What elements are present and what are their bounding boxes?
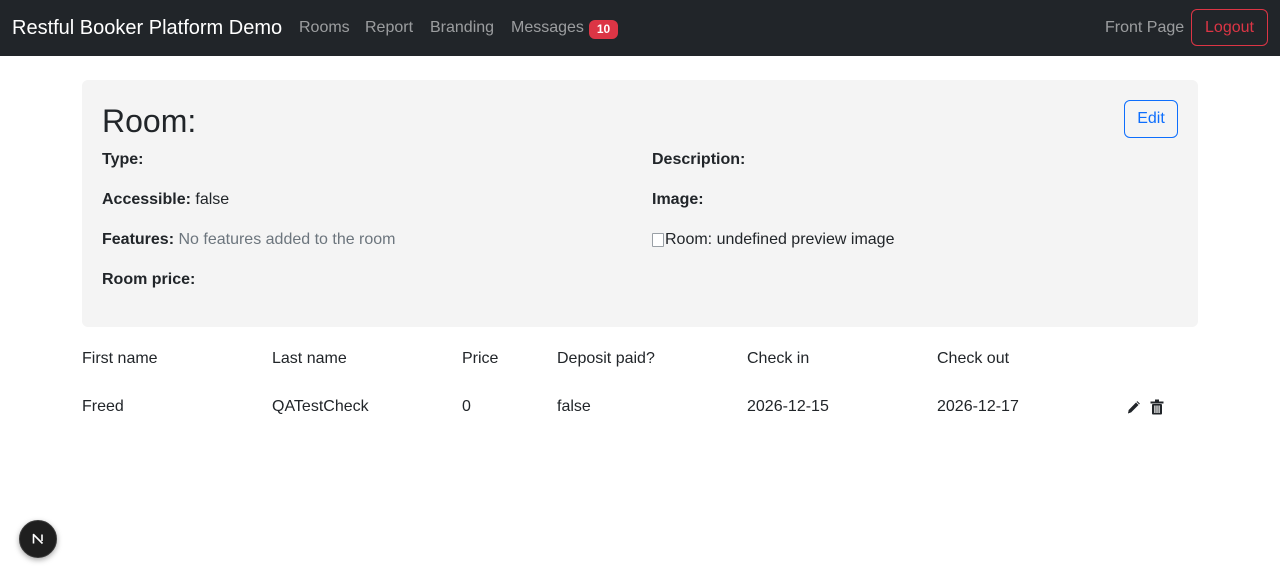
room-preview-image: Room: undefined preview image bbox=[652, 230, 894, 250]
nav-link-rooms[interactable]: Rooms bbox=[299, 18, 350, 38]
front-page-link[interactable]: Front Page bbox=[1105, 18, 1184, 38]
header-check-out: Check out bbox=[937, 350, 1010, 367]
room-title: Room: bbox=[102, 103, 197, 139]
broken-image-icon bbox=[652, 233, 664, 247]
nav-link-branding[interactable]: Branding bbox=[430, 18, 494, 38]
header-first-name: First name bbox=[82, 350, 158, 367]
nav-link-report[interactable]: Report bbox=[365, 18, 413, 38]
header-last-name: Last name bbox=[272, 350, 347, 367]
room-accessible-value: false bbox=[195, 191, 230, 208]
room-type-label: Type: bbox=[102, 151, 144, 168]
room-description-field: Description: bbox=[652, 150, 745, 170]
logout-button[interactable]: Logout bbox=[1191, 9, 1268, 46]
trash-icon[interactable] bbox=[1149, 398, 1165, 416]
room-accessible-field: Accessible: false bbox=[102, 190, 229, 210]
room-features-label: Features: bbox=[102, 231, 175, 248]
room-description-label: Description: bbox=[652, 151, 746, 168]
cell-check-out: 2026-12-17 bbox=[937, 398, 1019, 415]
cell-price: 0 bbox=[462, 398, 471, 415]
cell-check-in: 2026-12-15 bbox=[747, 398, 829, 415]
room-features-value: No features added to the room bbox=[178, 231, 396, 248]
nextjs-icon[interactable] bbox=[19, 520, 57, 558]
messages-count-badge: 10 bbox=[589, 20, 618, 39]
room-price-field: Room price: bbox=[102, 270, 195, 290]
room-price-label: Room price: bbox=[102, 271, 196, 288]
header-deposit-paid: Deposit paid? bbox=[557, 350, 655, 367]
room-accessible-label: Accessible: bbox=[102, 191, 191, 208]
room-image-label: Image: bbox=[652, 191, 704, 208]
room-preview-image-alt: Room: undefined preview image bbox=[665, 231, 895, 248]
pencil-icon[interactable] bbox=[1125, 398, 1141, 416]
room-type-field: Type: bbox=[102, 150, 143, 170]
room-image-field: Image: bbox=[652, 190, 704, 210]
brand-link[interactable]: Restful Booker Platform Demo bbox=[12, 16, 282, 40]
cell-last-name: QATestCheck bbox=[272, 398, 369, 415]
room-features-field: Features: No features added to the room bbox=[102, 230, 396, 250]
header-check-in: Check in bbox=[747, 350, 810, 367]
cell-first-name: Freed bbox=[82, 398, 124, 415]
edit-room-button[interactable]: Edit bbox=[1124, 100, 1178, 138]
cell-deposit-paid: false bbox=[557, 398, 591, 415]
top-navbar: Restful Booker Platform Demo Rooms Repor… bbox=[0, 0, 1280, 56]
nav-link-messages[interactable]: Messages bbox=[511, 18, 584, 38]
room-details-card: Room: Edit Type: Accessible: false Featu… bbox=[82, 80, 1198, 327]
header-price: Price bbox=[462, 350, 499, 367]
